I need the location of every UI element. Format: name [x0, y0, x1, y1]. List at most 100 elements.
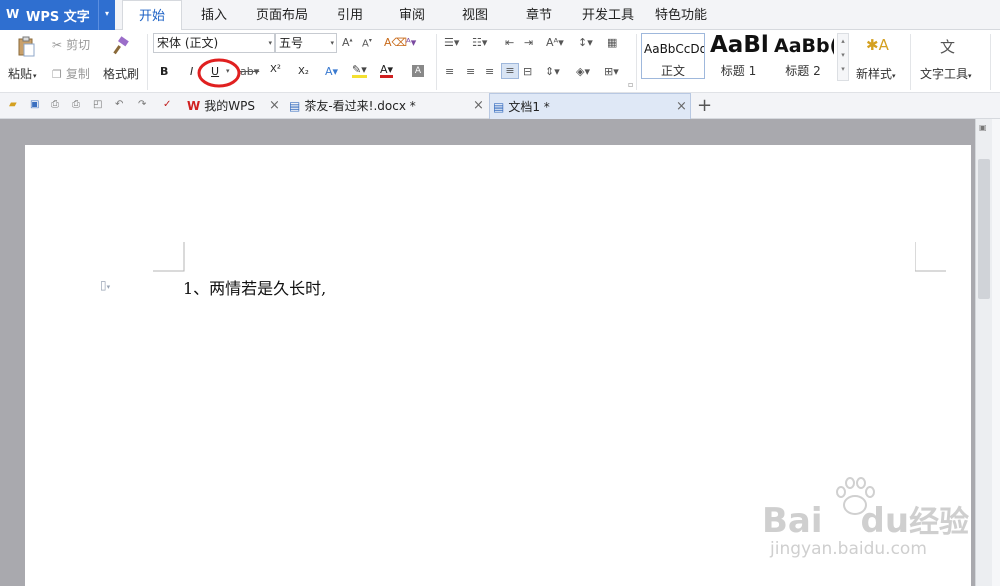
copy-icon: ❐	[52, 68, 62, 81]
quick-access-menu-icon[interactable]: ✓	[163, 99, 171, 110]
close-icon[interactable]: ×	[269, 93, 280, 119]
align-center-icon[interactable]: ≡	[466, 65, 475, 78]
export-pdf-icon[interactable]: ⎙	[51, 99, 59, 110]
style-gallery-more-icon[interactable]: ▾	[838, 62, 848, 76]
increase-indent-icon[interactable]: ⇥	[524, 36, 533, 49]
sort-icon[interactable]: ↕▾	[578, 36, 593, 49]
wps-app-menu-button[interactable]: W WPS 文字 ▾	[0, 0, 115, 30]
chinese-layout-icon[interactable]: Aᴬ▾	[546, 36, 564, 49]
subscript-icon[interactable]: X₂	[298, 66, 309, 77]
document-page[interactable]: ▯▾ 1、两情若是久长时, Bai du经验 jingyan.baidu.com	[25, 145, 971, 586]
style-heading-1-label: 标题 1	[720, 64, 757, 78]
highlight-circle	[197, 58, 241, 88]
numbered-list-icon[interactable]: ☷▾	[472, 36, 487, 49]
doc-tab-teafriend[interactable]: ▤ 茶友-看过来!.docx * ×	[287, 93, 487, 119]
font-color-icon[interactable]: A▾	[380, 64, 394, 78]
phonetic-guide-icon[interactable]: ᴬ▾	[406, 36, 416, 49]
new-style-label: 新样式	[856, 67, 893, 81]
ribbon-separator	[910, 34, 911, 90]
grow-font-icon[interactable]: A▴	[342, 36, 353, 49]
ribbon-separator	[436, 34, 437, 90]
print-icon[interactable]: ⎙	[72, 99, 80, 110]
text-tools-button[interactable]: 文字工具▾	[920, 65, 972, 82]
bold-icon[interactable]: B	[160, 65, 168, 78]
text-tools-icon[interactable]: 文	[940, 36, 955, 57]
paste-icon[interactable]	[14, 36, 38, 58]
show-marks-icon[interactable]: ▦	[607, 36, 617, 49]
strikethrough-icon[interactable]: ab▾	[240, 65, 259, 78]
bullet-list-icon[interactable]: ☰▾	[444, 36, 459, 49]
doc-tab-document1[interactable]: ▤ 文档1 * ×	[489, 93, 691, 119]
new-tab-button[interactable]: +	[697, 93, 713, 119]
menu-bar: W WPS 文字 ▾ 开始 插入 页面布局 引用 审阅 视图 章节 开发工具 特…	[0, 0, 1000, 31]
superscript-icon[interactable]: X²	[270, 64, 281, 75]
tab-review[interactable]: 审阅	[390, 0, 434, 30]
right-sidebar-strip[interactable]	[992, 119, 1000, 586]
open-icon[interactable]: ▰	[9, 99, 17, 110]
cut-label: 剪切	[66, 38, 91, 52]
style-gallery-scroller[interactable]: ▴ ▾ ▾	[837, 33, 849, 81]
font-size-value: 五号	[279, 36, 304, 50]
font-size-dropdown-icon: ▾	[330, 39, 334, 47]
undo-icon[interactable]: ↶	[115, 99, 123, 110]
split-view-icon[interactable]: ▣	[979, 123, 987, 132]
format-painter-button[interactable]: 格式刷	[103, 65, 139, 82]
style-gallery-down-icon[interactable]: ▾	[838, 48, 848, 62]
tab-home[interactable]: 开始	[122, 0, 182, 31]
shrink-font-icon[interactable]: A▾	[362, 37, 372, 49]
paste-dropdown-icon[interactable]: ▾	[33, 72, 37, 80]
new-style-button[interactable]: 新样式▾	[856, 65, 896, 82]
highlight-icon[interactable]: ✎▾	[352, 64, 367, 78]
ribbon-separator	[990, 34, 991, 90]
align-left-icon[interactable]: ≡	[445, 65, 454, 78]
style-heading-2-sample: AaBb(	[774, 35, 835, 57]
doc-tab-my-wps[interactable]: W 我的WPS ×	[185, 93, 285, 119]
shading-icon[interactable]: ◈▾	[576, 65, 590, 78]
italic-icon[interactable]: I	[190, 65, 193, 78]
close-icon[interactable]: ×	[473, 93, 484, 119]
watermark-brand-du: du	[860, 501, 910, 541]
char-shading-icon[interactable]: A	[412, 65, 424, 77]
tab-references[interactable]: 引用	[328, 0, 372, 30]
font-size-select[interactable]: 五号 ▾	[275, 33, 337, 53]
app-menu-dropdown-icon[interactable]: ▾	[98, 0, 115, 30]
print-preview-icon[interactable]: ◰	[93, 99, 102, 110]
paragraph-dialog-launcher-icon[interactable]: ▫	[628, 80, 633, 89]
tab-view[interactable]: 视图	[453, 0, 497, 30]
align-right-icon[interactable]: ≡	[485, 65, 494, 78]
tab-page-layout[interactable]: 页面布局	[250, 0, 314, 30]
text-effects-icon[interactable]: A▾	[325, 65, 338, 78]
paragraph-handle-icon[interactable]: ▯▾	[100, 278, 110, 292]
tab-developer[interactable]: 开发工具	[578, 0, 638, 30]
paste-button[interactable]: 粘贴▾	[8, 65, 37, 82]
tab-special-features[interactable]: 特色功能	[651, 0, 711, 30]
decrease-indent-icon[interactable]: ⇤	[505, 36, 514, 49]
font-name-select[interactable]: 宋体 (正文) ▾	[153, 33, 275, 53]
style-normal[interactable]: AaBbCcDd 正文	[641, 33, 705, 79]
new-style-dropdown-icon: ▾	[892, 72, 896, 80]
tab-insert[interactable]: 插入	[190, 0, 238, 30]
word-doc-icon: ▤	[493, 100, 505, 114]
app-name: WPS 文字	[26, 10, 90, 25]
tab-chapter[interactable]: 章节	[517, 0, 561, 30]
wps-logo-icon: W	[6, 7, 20, 21]
style-heading-1[interactable]: AaBl 标题 1	[707, 33, 770, 79]
save-icon[interactable]: ▣	[30, 99, 39, 110]
copy-button[interactable]: ❐ 复制	[52, 65, 90, 82]
new-style-icon[interactable]: ✱A	[866, 36, 889, 54]
distributed-align-icon[interactable]: ⊟	[523, 65, 532, 78]
cut-button[interactable]: ✂ 剪切	[52, 36, 90, 53]
scrollbar-thumb[interactable]	[978, 159, 990, 299]
style-heading-2[interactable]: AaBb( 标题 2	[771, 33, 835, 79]
close-icon[interactable]: ×	[676, 94, 687, 120]
text-tools-dropdown-icon: ▾	[968, 72, 972, 80]
clear-format-icon[interactable]: A⌫	[384, 36, 407, 49]
vertical-scrollbar[interactable]: ▣	[975, 119, 992, 586]
justify-icon[interactable]: ≡	[501, 63, 519, 79]
redo-icon[interactable]: ↷	[138, 99, 146, 110]
line-spacing-icon[interactable]: ⇕▾	[545, 65, 560, 78]
document-text-line[interactable]: 1、两情若是久长时,	[183, 275, 326, 299]
borders-icon[interactable]: ⊞▾	[604, 65, 619, 78]
format-painter-icon[interactable]	[110, 36, 132, 56]
style-gallery-up-icon[interactable]: ▴	[838, 34, 848, 48]
